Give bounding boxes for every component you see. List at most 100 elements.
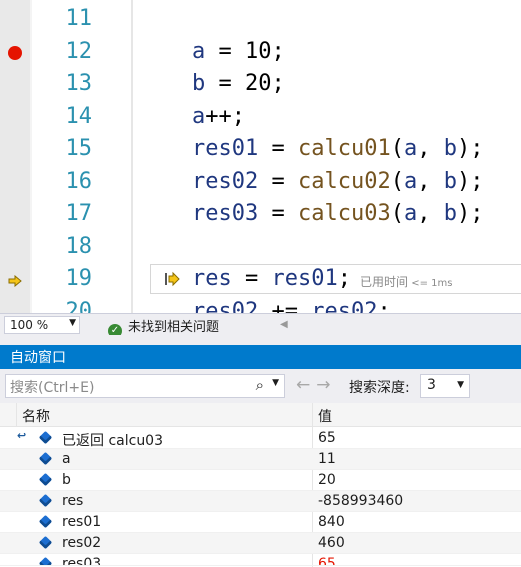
code-text[interactable]: res03 = calcu03(a, b);: [192, 201, 483, 226]
operator-token: );: [456, 168, 484, 194]
editor-status-bar: 100 % ▼ ✓ 未找到相关问题 ◀: [0, 313, 521, 338]
search-icon[interactable]: ⌕: [256, 376, 264, 394]
operator-token: ;: [377, 298, 391, 314]
code-text[interactable]: res02 = calcu02(a, b);: [192, 169, 483, 194]
search-options-chevron-icon[interactable]: ▼: [272, 378, 279, 388]
perf-tip-value: <= 1ms: [408, 278, 453, 289]
code-line[interactable]: 16 res02 = calcu02(a, b);: [0, 167, 521, 200]
line-number: 12: [65, 38, 93, 64]
table-row[interactable]: a 11: [0, 449, 521, 470]
variable-name: res: [62, 493, 84, 509]
autos-title-label: 自动窗口: [10, 350, 66, 366]
variable-token: a: [192, 103, 206, 129]
code-line[interactable]: 14 a++;: [0, 102, 521, 135]
code-line[interactable]: 15 res01 = calcu01(a, b);: [0, 134, 521, 167]
run-to-click-icon[interactable]: [164, 271, 180, 291]
variable-value[interactable]: 65: [318, 430, 336, 446]
grid-header: 名称 值: [0, 403, 521, 427]
variable-token: res01: [192, 136, 259, 161]
code-line[interactable]: 17 res03 = calcu03(a, b);: [0, 199, 521, 232]
horizontal-scroll-left-icon[interactable]: ◀: [280, 319, 288, 330]
zoom-dropdown[interactable]: 100 % ▼: [4, 316, 80, 334]
perf-tip[interactable]: 已用时间 <= 1ms: [360, 273, 452, 290]
variable-cube-icon: [38, 514, 53, 529]
column-header-name[interactable]: 名称: [22, 406, 50, 426]
variable-cube-icon: [38, 472, 53, 487]
code-line[interactable]: 11: [0, 4, 521, 37]
search-nav: ←→: [296, 375, 337, 395]
return-value-icon: ↩: [17, 429, 27, 442]
operator-token: =: [205, 71, 245, 96]
variable-token: a: [403, 136, 418, 161]
code-text[interactable]: a = 10;: [192, 39, 285, 64]
code-line[interactable]: 18: [0, 232, 521, 265]
line-number: 15: [65, 136, 93, 161]
search-depth-label: 搜索深度:: [349, 380, 410, 396]
function-token: calcu02: [297, 168, 391, 194]
operator-token: (: [390, 201, 404, 226]
line-number: 18: [65, 233, 93, 259]
variable-value[interactable]: -858993460: [318, 493, 403, 509]
code-line[interactable]: 20 res02 += res02;: [0, 297, 521, 314]
autos-toolbar: 搜索(Ctrl+E) ⌕ ▼ ←→ 搜索深度: 3 ▼: [0, 369, 521, 403]
variable-value[interactable]: 840: [318, 514, 345, 530]
operator-token: =: [258, 168, 298, 194]
line-number: 20: [65, 298, 93, 314]
table-row[interactable]: ↩ 已返回 calcu03 65: [0, 428, 521, 449]
variable-value[interactable]: 11: [318, 451, 336, 467]
operator-token: ,: [417, 201, 444, 226]
search-placeholder: 搜索(Ctrl+E): [10, 380, 95, 396]
function-token: calcu01: [297, 136, 391, 161]
code-line[interactable]: 12 a = 10;: [0, 37, 521, 70]
operator-token: );: [456, 136, 484, 161]
variable-name: a: [62, 451, 71, 467]
table-row[interactable]: res01 840: [0, 512, 521, 533]
variable-token: b: [192, 71, 206, 96]
operator-token: =: [258, 136, 298, 161]
line-number: 19: [65, 266, 93, 291]
table-row[interactable]: res02 460: [0, 533, 521, 554]
search-back-arrow-icon[interactable]: ←: [296, 375, 316, 395]
column-header-value[interactable]: 值: [318, 406, 332, 426]
line-number: 16: [65, 168, 93, 194]
perf-tip-label: 已用时间: [360, 275, 409, 289]
pane-splitter[interactable]: [0, 335, 521, 345]
code-text[interactable]: res01 = calcu01(a, b);: [192, 136, 483, 161]
operator-token: ,: [417, 168, 444, 194]
line-number: 17: [65, 201, 93, 226]
operator-token: 10: [245, 38, 272, 64]
code-text[interactable]: res02 += res02;: [192, 299, 391, 314]
function-token: calcu03: [297, 201, 391, 226]
code-text[interactable]: res = res01;: [192, 266, 351, 291]
search-depth-dropdown[interactable]: 3 ▼: [420, 374, 470, 398]
code-line[interactable]: 19 res = res01; 已用时间 <= 1ms: [0, 264, 521, 297]
autos-window-title[interactable]: 自动窗口: [0, 345, 521, 369]
variable-value[interactable]: 460: [318, 535, 345, 551]
chevron-down-icon: ▼: [457, 380, 464, 390]
code-text[interactable]: a++;: [192, 104, 245, 129]
operator-token: (: [390, 136, 404, 161]
code-line[interactable]: 13 b = 20;: [0, 69, 521, 102]
search-depth-value: 3: [427, 377, 436, 393]
instruction-pointer-arrow-icon[interactable]: [8, 274, 22, 291]
chevron-down-icon: ▼: [69, 318, 76, 328]
code-editor[interactable]: 11 12 a = 10; 13 b = 20; 14 a++; 15 res01 = calc…: [0, 0, 521, 313]
code-text[interactable]: b = 20;: [192, 71, 285, 96]
breakpoint-icon[interactable]: [8, 45, 22, 60]
operator-token: );: [456, 201, 484, 226]
search-forward-arrow-icon[interactable]: →: [316, 375, 336, 395]
search-input[interactable]: 搜索(Ctrl+E) ⌕ ▼: [5, 374, 285, 398]
variable-value[interactable]: 20: [318, 472, 336, 488]
variable-cube-icon: [38, 493, 53, 508]
variable-token: res03: [192, 201, 259, 226]
variable-token: res02: [192, 168, 259, 194]
variable-value[interactable]: 65: [318, 556, 336, 565]
table-row[interactable]: b 20: [0, 470, 521, 491]
variable-cube-icon: [38, 556, 53, 565]
variable-token: a: [403, 201, 418, 226]
table-row[interactable]: res03 65: [0, 554, 521, 566]
variable-token: res02: [192, 298, 259, 314]
table-row[interactable]: res -858993460: [0, 491, 521, 512]
issues-label: 未找到相关问题: [128, 320, 220, 335]
code-lines: 11 12 a = 10; 13 b = 20; 14 a++; 15 res01 = calc…: [0, 4, 521, 313]
